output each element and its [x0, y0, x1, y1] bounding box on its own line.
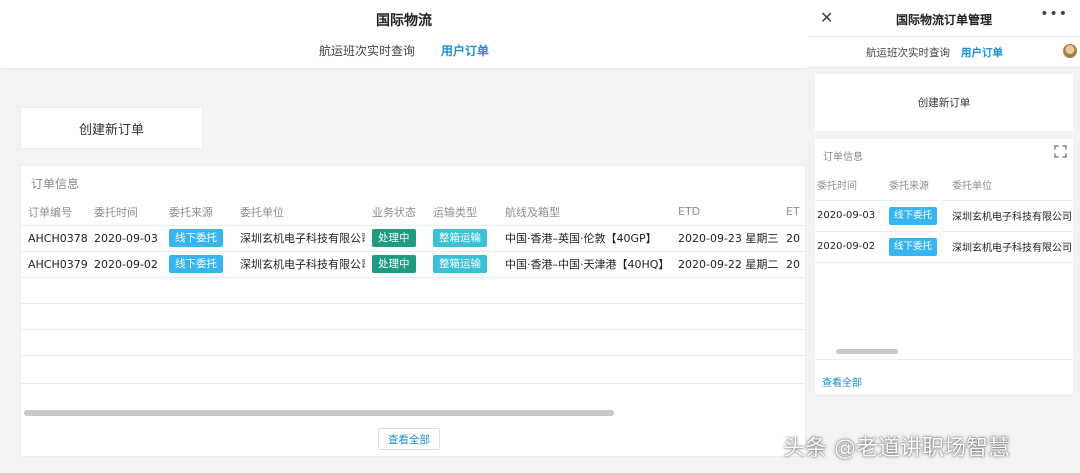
cell-date: 2020-09-02 — [87, 251, 162, 278]
column-header-company[interactable]: 委托单位 — [233, 199, 365, 226]
divider — [815, 359, 1073, 360]
tab-shipping-schedule[interactable]: 航运班次实时查询 — [866, 45, 950, 60]
cell-date: 2020-09-03 — [815, 200, 887, 232]
create-order-button[interactable]: 创建新订单 — [20, 107, 203, 149]
column-header-transport[interactable]: 运输类型 — [426, 199, 498, 226]
table-header-row: 订单编号 委托时间 委托来源 委托单位 业务状态 运输类型 航线及箱型 ETD … — [21, 199, 805, 226]
empty-row — [21, 303, 805, 330]
column-header-status[interactable]: 业务状态 — [365, 199, 426, 226]
horizontal-scrollbar[interactable] — [836, 349, 898, 354]
desktop-view: 国际物流 航运班次实时查询 用户订单 创建新订单 订单信息 订单编号 委托时间 … — [0, 0, 808, 473]
source-badge: 线下委托 — [169, 229, 223, 247]
cell-route: 中国·香港–中国·天津港【40HQ】 — [498, 251, 671, 278]
column-header-etd[interactable]: ETD — [671, 199, 779, 226]
order-table: 订单编号 委托时间 委托来源 委托单位 业务状态 运输类型 航线及箱型 ETD … — [21, 199, 805, 384]
cell-et: 20 — [779, 225, 805, 252]
transport-badge: 整箱运输 — [433, 255, 487, 273]
empty-row — [21, 277, 805, 304]
cell-etd: 2020-09-22 星期二 — [671, 251, 779, 278]
column-header-company[interactable]: 委托单位 — [950, 170, 1073, 201]
column-header-source[interactable]: 委托来源 — [887, 170, 950, 201]
column-header-source[interactable]: 委托来源 — [162, 199, 233, 226]
mobile-header: ✕ 国际物流订单管理 ••• — [808, 0, 1080, 36]
cell-order-no: AHCH0378 — [21, 225, 87, 252]
order-section-title: 订单信息 — [823, 152, 863, 163]
create-order-button[interactable]: 创建新订单 — [815, 74, 1073, 131]
source-badge: 线下委托 — [889, 237, 938, 256]
order-info-card: 订单信息 订单编号 委托时间 委托来源 委托单位 业务状态 运输类型 航线及箱型… — [20, 165, 806, 457]
mobile-tabs: 航运班次实时查询 用户订单 — [808, 36, 1080, 66]
watermark-text: 头条 @老道讲职场智慧 — [783, 436, 1010, 461]
transport-badge: 整箱运输 — [433, 229, 487, 247]
cell-route: 中国·香港–英国·伦敦【40GP】 — [498, 225, 671, 252]
cell-date: 2020-09-02 — [815, 231, 887, 263]
view-all-button[interactable]: 查看全部 — [378, 428, 440, 450]
mobile-view: ✕ 国际物流订单管理 ••• 航运班次实时查询 用户订单 创建新订单 订单信息 … — [808, 0, 1080, 473]
tab-shipping-schedule[interactable]: 航运班次实时查询 — [319, 42, 415, 59]
column-header-date[interactable]: 委托时间 — [815, 170, 887, 201]
order-section-title: 订单信息 — [31, 177, 80, 191]
horizontal-scrollbar[interactable] — [24, 410, 614, 416]
cell-etd: 2020-09-23 星期三 — [671, 225, 779, 252]
table-header-row: 委托时间 委托来源 委托单位 — [815, 170, 1073, 201]
cell-company: 深圳玄机电子科技有限公司 — [950, 200, 1073, 232]
empty-row — [21, 355, 805, 384]
table-row[interactable]: 2020-09-02 线下委托 深圳玄机电子科技有限公司 — [815, 231, 1073, 263]
desktop-tabs: 航运班次实时查询 用户订单 — [0, 42, 808, 59]
cell-company: 深圳玄机电子科技有限公司 — [233, 251, 365, 278]
desktop-header: 国际物流 航运班次实时查询 用户订单 — [0, 0, 808, 68]
table-row[interactable]: AHCH0378 2020-09-03 线下委托 深圳玄机电子科技有限公司 处理… — [21, 225, 805, 252]
order-table: 委托时间 委托来源 委托单位 2020-09-03 线下委托 深圳玄机电子科技有… — [815, 170, 1073, 263]
cell-et: 20 — [779, 251, 805, 278]
cell-company: 深圳玄机电子科技有限公司 — [233, 225, 365, 252]
avatar[interactable] — [1063, 44, 1077, 58]
table-row[interactable]: 2020-09-03 线下委托 深圳玄机电子科技有限公司 — [815, 200, 1073, 232]
status-badge: 处理中 — [372, 229, 416, 247]
empty-row — [21, 329, 805, 356]
tab-user-orders[interactable]: 用户订单 — [441, 42, 489, 59]
table-row[interactable]: AHCH0379 2020-09-02 线下委托 深圳玄机电子科技有限公司 处理… — [21, 251, 805, 278]
column-header-et[interactable]: ET — [779, 199, 805, 226]
source-badge: 线下委托 — [169, 255, 223, 273]
view-all-link[interactable]: 查看全部 — [822, 374, 862, 389]
mobile-page-title: 国际物流订单管理 — [895, 13, 992, 27]
cell-date: 2020-09-03 — [87, 225, 162, 252]
cell-company: 深圳玄机电子科技有限公司 — [950, 231, 1073, 263]
status-badge: 处理中 — [372, 255, 416, 273]
column-header-date[interactable]: 委托时间 — [87, 199, 162, 226]
column-header-route[interactable]: 航线及箱型 — [498, 199, 671, 226]
fullscreen-icon[interactable] — [1054, 145, 1067, 158]
cell-order-no: AHCH0379 — [21, 251, 87, 278]
order-info-card: 订单信息 委托时间 委托来源 委托单位 2020-09-03 线下委托 深圳玄机… — [815, 139, 1073, 394]
source-badge: 线下委托 — [889, 206, 938, 225]
tab-user-orders[interactable]: 用户订单 — [961, 45, 1003, 60]
page-title: 国际物流 — [376, 13, 432, 29]
more-icon[interactable]: ••• — [1040, 6, 1068, 22]
column-header-order-no[interactable]: 订单编号 — [21, 199, 87, 226]
